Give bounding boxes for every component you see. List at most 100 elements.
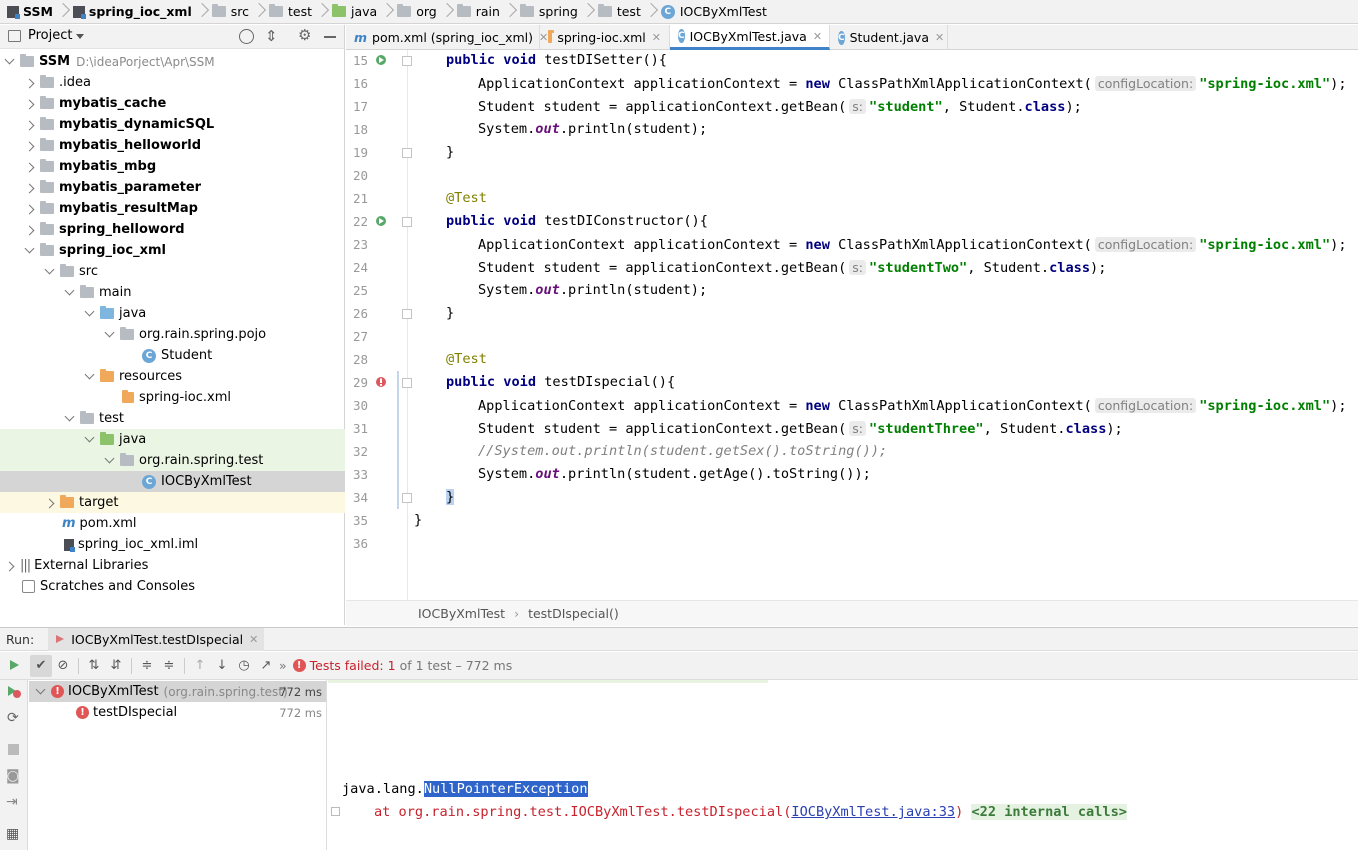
- tree-item-external-libraries[interactable]: ||| External Libraries: [0, 555, 345, 576]
- tree-item-mybatis-helloworld[interactable]: mybatis_helloworld: [0, 135, 345, 156]
- nav-crumb-spring[interactable]: spring: [517, 0, 581, 23]
- console-output[interactable]: java.lang.NullPointerException at org.ra…: [328, 680, 1358, 850]
- camera-icon[interactable]: ◙: [6, 768, 20, 784]
- close-icon[interactable]: ✕: [249, 633, 258, 646]
- chevron-down-icon: [62, 411, 78, 427]
- collapse-all-icon[interactable]: ⇕: [265, 27, 278, 45]
- tree-item-iocbyxmltest[interactable]: C IOCByXmlTest: [0, 471, 345, 492]
- source-link[interactable]: IOCByXmlTest.java:33: [791, 804, 955, 820]
- nav-crumb-ssm[interactable]: SSM: [4, 0, 56, 23]
- run-test-icon[interactable]: [374, 214, 388, 228]
- test-history-icon[interactable]: ◷: [233, 655, 255, 677]
- locate-icon[interactable]: [239, 29, 254, 44]
- editor-crumb-class[interactable]: IOCByXmlTest: [418, 606, 505, 621]
- show-ignored-icon[interactable]: ⊘: [52, 655, 74, 677]
- tree-item-mybatis-mbg[interactable]: mybatis_mbg: [0, 156, 345, 177]
- nav-crumb-test[interactable]: test: [266, 0, 315, 23]
- tab-iocbyxmltest[interactable]: C IOCByXmlTest.java ✕: [670, 25, 830, 50]
- tree-item-spring-ioc-xml-file[interactable]: spring-ioc.xml: [0, 387, 345, 408]
- layout-icon[interactable]: ▦: [6, 826, 19, 842]
- tree-item-main[interactable]: main: [0, 282, 345, 303]
- fold-marker[interactable]: [402, 493, 412, 503]
- fold-marker[interactable]: [402, 148, 412, 158]
- show-passed-icon[interactable]: ✔: [30, 654, 52, 677]
- tree-item-idea[interactable]: .idea: [0, 72, 345, 93]
- code-line-16: ApplicationContext applicationContext = …: [478, 76, 1347, 92]
- error-icon: !: [292, 659, 306, 672]
- gear-icon[interactable]: ⚙: [298, 26, 311, 44]
- code-line-30: ApplicationContext applicationContext = …: [478, 398, 1347, 414]
- tree-item-main-java[interactable]: java: [0, 303, 345, 324]
- tree-item-ssm[interactable]: SSM D:\ideaPorject\Apr\SSM: [0, 51, 345, 72]
- fold-marker[interactable]: [402, 217, 412, 227]
- tree-item-spring-helloword[interactable]: spring_helloword: [0, 219, 345, 240]
- code-line-22: public void testDIConstructor(){: [446, 213, 708, 229]
- line-number: 36: [352, 536, 368, 551]
- close-icon[interactable]: ✕: [652, 31, 661, 44]
- expand-all-icon[interactable]: ≑: [136, 655, 158, 677]
- rerun-failed-icon[interactable]: [6, 684, 22, 700]
- code-editor[interactable]: 15 16 17 18 19 20 21 22 23 24 25 26 27 2…: [346, 50, 1358, 600]
- xml-file-icon: [122, 390, 134, 403]
- fold-marker[interactable]: [402, 309, 412, 319]
- minimize-icon[interactable]: [324, 36, 336, 38]
- tree-item-test[interactable]: test: [0, 408, 345, 429]
- chevron-down-icon[interactable]: [76, 34, 84, 39]
- stop-icon[interactable]: [8, 744, 19, 755]
- nav-crumb-src[interactable]: src: [209, 0, 252, 23]
- tree-item-pom[interactable]: m pom.xml: [0, 513, 345, 534]
- nav-crumb-org[interactable]: org: [394, 0, 440, 23]
- tree-item-mybatis-resultmap[interactable]: mybatis_resultMap: [0, 198, 345, 219]
- tree-item-test-java[interactable]: java: [0, 429, 345, 450]
- previous-failed-icon[interactable]: ↑: [189, 655, 211, 677]
- line-number: 24: [352, 260, 368, 275]
- sort-alphabetically-icon[interactable]: ⇅: [83, 655, 105, 677]
- chevron-down-icon: [82, 432, 98, 448]
- internal-calls-fold[interactable]: <22 internal calls>: [971, 804, 1127, 820]
- package-icon: [120, 453, 134, 466]
- close-icon[interactable]: ✕: [813, 30, 822, 43]
- fold-marker[interactable]: [331, 807, 340, 816]
- tree-item-spring-ioc-xml[interactable]: spring_ioc_xml: [0, 240, 345, 261]
- run-tab[interactable]: IOCByXmlTest.testDIspecial ✕: [48, 627, 265, 651]
- tree-item-student[interactable]: C Student: [0, 345, 345, 366]
- rerun-icon[interactable]: [7, 658, 21, 672]
- tree-item-src[interactable]: src: [0, 261, 345, 282]
- tree-item-test-package[interactable]: org.rain.spring.test: [0, 450, 345, 471]
- editor-crumb-method[interactable]: testDIspecial(): [528, 606, 619, 621]
- tree-item-resources[interactable]: resources: [0, 366, 345, 387]
- tree-item-iml[interactable]: spring_ioc_xml.iml: [0, 534, 345, 555]
- export-icon[interactable]: ↗: [255, 655, 277, 677]
- parameter-hint: s:: [849, 260, 867, 275]
- tab-spring-ioc-xml[interactable]: spring-ioc.xml ✕: [540, 25, 670, 50]
- run-test-icon[interactable]: [374, 53, 388, 67]
- chevron-right-icon: [22, 159, 38, 175]
- tab-pom[interactable]: m pom.xml (spring_ioc_xml) ✕: [346, 25, 548, 50]
- tree-item-scratches[interactable]: Scratches and Consoles: [0, 576, 345, 597]
- tree-item-target[interactable]: target: [0, 492, 345, 513]
- more-icon[interactable]: »: [279, 658, 287, 673]
- nav-crumb-test2[interactable]: test: [595, 0, 644, 23]
- collapse-all-icon[interactable]: ≑: [158, 655, 180, 677]
- tree-item-mybatis-cache[interactable]: mybatis_cache: [0, 93, 345, 114]
- toggle-auto-test-icon[interactable]: ⟳: [7, 710, 19, 726]
- close-icon[interactable]: ✕: [935, 31, 944, 44]
- next-failed-icon[interactable]: ↓: [211, 655, 233, 677]
- nav-crumb-rain[interactable]: rain: [454, 0, 503, 23]
- test-failed-icon[interactable]: [374, 375, 388, 389]
- fold-marker[interactable]: [402, 378, 412, 388]
- import-icon[interactable]: ⇥: [6, 794, 18, 810]
- tab-student[interactable]: C Student.java ✕: [830, 25, 948, 50]
- project-view-selector[interactable]: Project: [28, 28, 72, 43]
- tree-item-mybatis-parameter[interactable]: mybatis_parameter: [0, 177, 345, 198]
- tree-item-mybatis-dynamicsql[interactable]: mybatis_dynamicSQL: [0, 114, 345, 135]
- sort-by-duration-icon[interactable]: ⇵: [105, 655, 127, 677]
- nav-crumb-module[interactable]: spring_ioc_xml: [70, 0, 195, 23]
- nav-crumb-class[interactable]: C IOCByXmlTest: [658, 0, 770, 23]
- test-class-row[interactable]: ! IOCByXmlTest (org.rain.spring.test) 77…: [29, 681, 326, 702]
- test-method-row[interactable]: ! testDIspecial 772 ms: [29, 702, 326, 723]
- nav-crumb-java[interactable]: java: [329, 0, 380, 23]
- line-number: 26: [352, 306, 368, 321]
- fold-marker[interactable]: [402, 56, 412, 66]
- tree-item-pojo-package[interactable]: org.rain.spring.pojo: [0, 324, 345, 345]
